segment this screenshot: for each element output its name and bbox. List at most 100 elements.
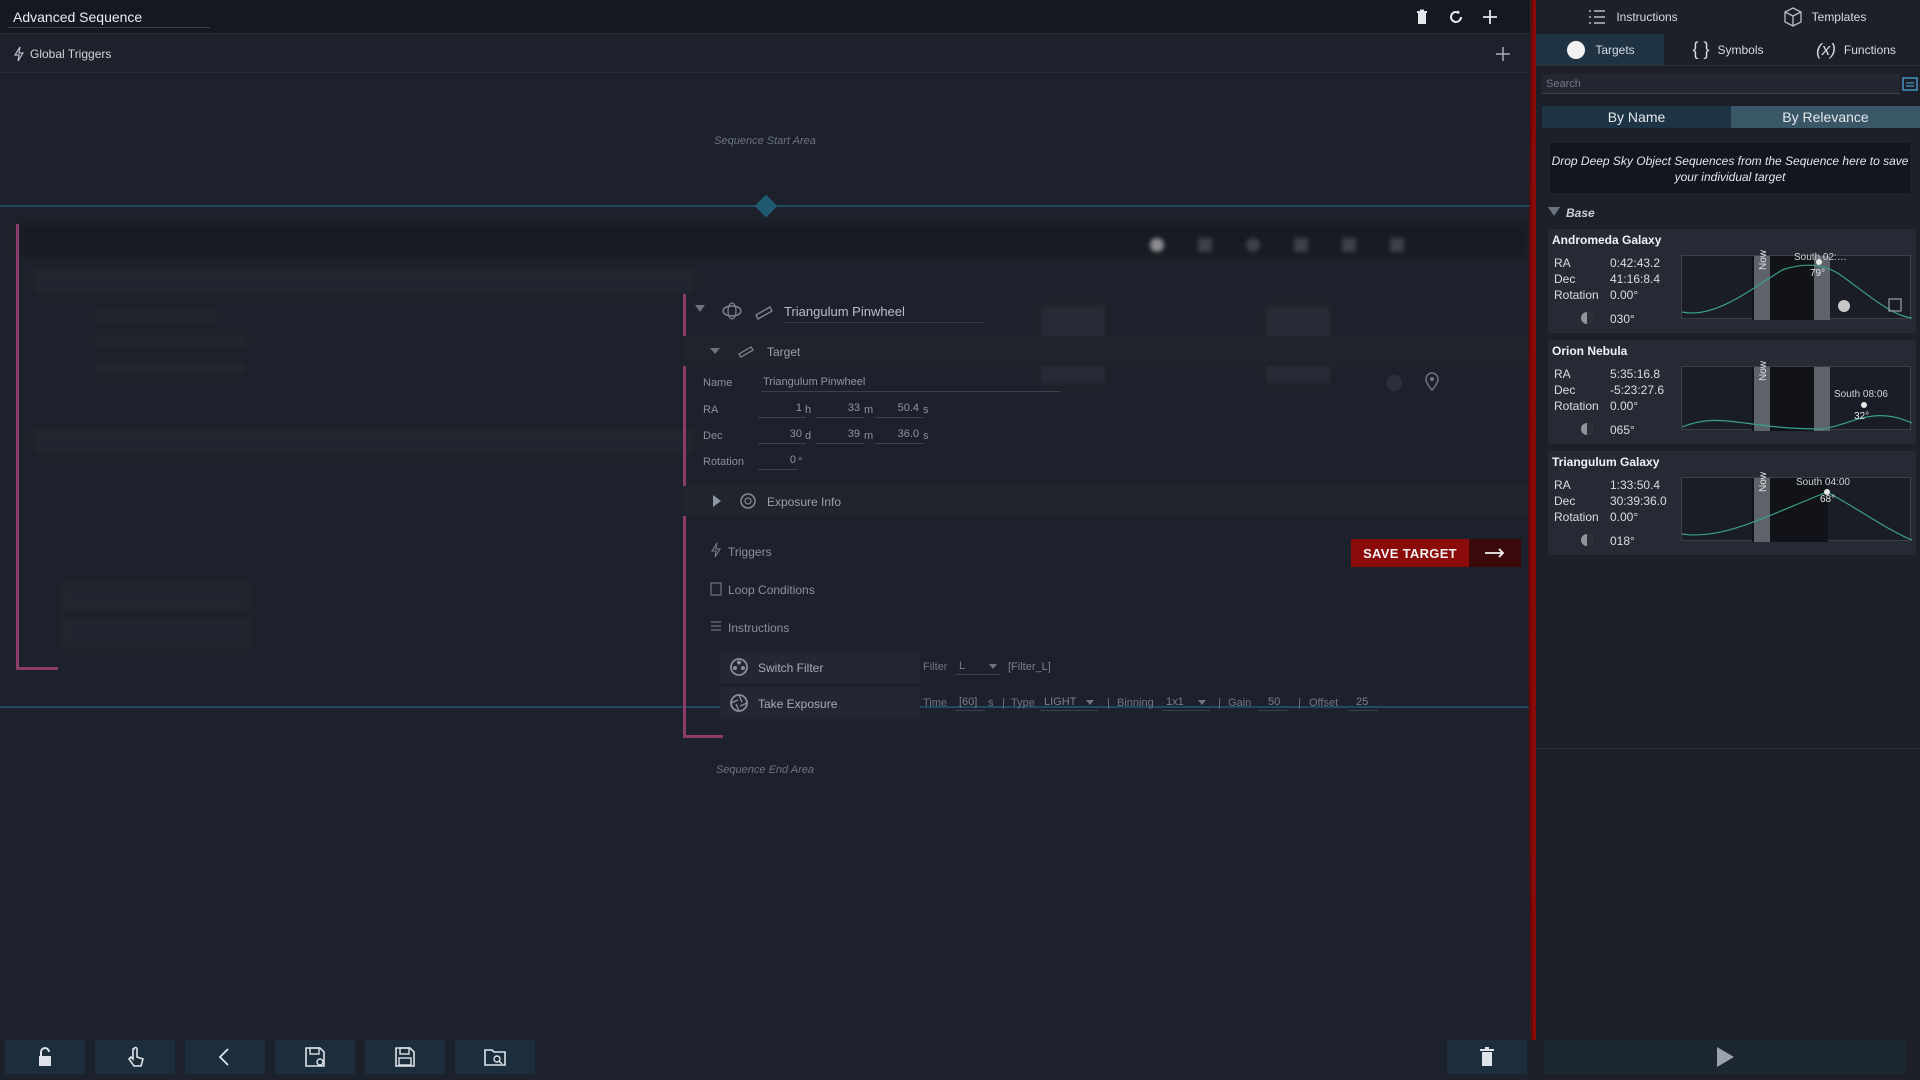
- azimuth-value: 030°: [1610, 312, 1635, 326]
- target-section[interactable]: Target: [683, 336, 1528, 366]
- type-param-label: Type: [1011, 697, 1035, 709]
- rotation-value: 0: [789, 454, 796, 466]
- tab-targets[interactable]: Targets: [1536, 34, 1664, 65]
- reset-icon[interactable]: [1446, 7, 1466, 27]
- type-select[interactable]: LIGHT: [1040, 693, 1098, 711]
- dso-name[interactable]: Triangulum Pinwheel: [784, 304, 905, 319]
- altitude-label: 32°: [1854, 411, 1870, 422]
- filter-name: [Filter_L]: [1008, 661, 1051, 673]
- ra-min-field[interactable]: 33: [816, 400, 864, 418]
- list-icon: [711, 621, 721, 631]
- save-button[interactable]: [365, 1040, 445, 1074]
- panel-tabs-second: Targets { } Symbols (x) Functions: [1536, 34, 1920, 66]
- dec-min-field[interactable]: 39: [816, 426, 864, 444]
- exposure-info-section[interactable]: Exposure Info: [683, 486, 1528, 516]
- gain-value: 50: [1268, 696, 1281, 708]
- separator: |: [1218, 697, 1221, 709]
- filter-param-label: Filter: [923, 661, 948, 673]
- save-target-button[interactable]: SAVE TARGET: [1351, 539, 1521, 567]
- name-field[interactable]: Triangulum Pinwheel: [761, 374, 1061, 392]
- collapse-icon[interactable]: [1548, 206, 1560, 218]
- collapse-icon[interactable]: [710, 348, 720, 355]
- folder-search-icon: [484, 1049, 506, 1066]
- global-triggers-label: Global Triggers: [30, 47, 112, 61]
- location-pin-icon[interactable]: [1423, 372, 1441, 392]
- sort-by-name[interactable]: By Name: [1542, 106, 1731, 128]
- ra-sec-value: 50.4: [897, 402, 919, 414]
- rotation-key: Rotation: [1554, 288, 1599, 302]
- expand-icon[interactable]: [713, 495, 721, 507]
- sequence-title[interactable]: Advanced Sequence: [13, 9, 142, 25]
- tab-instructions-label: Instructions: [1616, 10, 1678, 24]
- dso-header: Triangulum Pinwheel: [683, 292, 1528, 330]
- rotation-label: Rotation: [703, 456, 744, 468]
- tab-symbols[interactable]: { } Symbols: [1664, 34, 1792, 65]
- start-sequence-button[interactable]: [1544, 1040, 1906, 1074]
- filter-list-icon[interactable]: [1902, 76, 1918, 92]
- chevron-down-icon: [1086, 700, 1094, 705]
- sort-by-relevance[interactable]: By Relevance: [1731, 106, 1920, 128]
- name-value: Triangulum Pinwheel: [763, 376, 866, 388]
- filter-select[interactable]: L: [955, 657, 1001, 675]
- ra-label: RA: [703, 404, 719, 416]
- sequence-start-area[interactable]: Sequence Start Area: [0, 135, 1530, 147]
- ra-hours-value: 1: [795, 402, 802, 414]
- touch-button[interactable]: [95, 1040, 175, 1074]
- title-bar: Advanced Sequence: [0, 0, 1530, 34]
- tab-functions[interactable]: (x) Functions: [1792, 34, 1920, 65]
- tab-instructions[interactable]: Instructions: [1536, 0, 1728, 34]
- offset-field[interactable]: 25: [1348, 693, 1378, 711]
- moon-icon: [1581, 312, 1593, 324]
- target-name: Triangulum Galaxy: [1552, 455, 1660, 469]
- target-card-andromeda[interactable]: Andromeda Galaxy RA 0:42:43.2 Dec 41:16:…: [1548, 229, 1916, 333]
- search-input[interactable]: Search: [1542, 74, 1900, 94]
- back-button[interactable]: [185, 1040, 265, 1074]
- target-card-triangulum[interactable]: Triangulum Galaxy RA 1:33:50.4 Dec 30:39…: [1548, 451, 1916, 555]
- target-card-orion[interactable]: Orion Nebula RA 5:35:16.8 Dec -5:23:27.6…: [1548, 340, 1916, 444]
- moon-icon: [1581, 534, 1593, 546]
- add-trigger-icon[interactable]: [1494, 45, 1512, 63]
- instructions-label[interactable]: Instructions: [728, 621, 789, 635]
- dec-value: -5:23:27.6: [1610, 383, 1665, 397]
- lookup-icon[interactable]: [1383, 372, 1405, 394]
- sequence-end-area[interactable]: Sequence End Area: [0, 764, 1530, 776]
- rotation-key: Rotation: [1554, 510, 1599, 524]
- exposure-info-label: Exposure Info: [767, 495, 842, 509]
- offset-param-label: Offset: [1309, 697, 1339, 709]
- now-marker: Now: [1758, 249, 1769, 270]
- target-dropzone[interactable]: Drop Deep Sky Object Sequences from the …: [1550, 143, 1910, 193]
- global-triggers-bar[interactable]: Global Triggers: [0, 37, 1530, 73]
- open-folder-button[interactable]: [455, 1040, 535, 1074]
- tab-templates[interactable]: Templates: [1728, 0, 1920, 34]
- ra-key: RA: [1554, 367, 1571, 381]
- dec-deg-field[interactable]: 30: [758, 426, 806, 444]
- time-field[interactable]: [60]: [955, 693, 985, 711]
- gain-param-label: Gain: [1228, 697, 1252, 709]
- rotation-field[interactable]: 0: [758, 452, 798, 470]
- collapse-icon[interactable]: [695, 305, 705, 313]
- unlock-icon: [39, 1047, 51, 1066]
- chevron-left-icon: [218, 1048, 229, 1066]
- loop-conditions-label[interactable]: Loop Conditions: [728, 583, 815, 597]
- ra-sec-field[interactable]: 50.4: [875, 400, 923, 418]
- triggers-label[interactable]: Triggers: [728, 545, 772, 559]
- take-exposure-instruction[interactable]: Take Exposure: [720, 687, 920, 719]
- unlock-button[interactable]: [5, 1040, 85, 1074]
- gain-field[interactable]: 50: [1258, 693, 1288, 711]
- delete-sequence-button[interactable]: [1447, 1040, 1527, 1074]
- now-marker: Now: [1758, 360, 1769, 381]
- group-base[interactable]: Base: [1566, 206, 1595, 220]
- blur-field: [96, 336, 246, 348]
- binning-select[interactable]: 1x1: [1162, 693, 1210, 711]
- trash-icon[interactable]: [1412, 7, 1432, 27]
- blurred-header-icons: [1150, 238, 1530, 252]
- save-as-button[interactable]: [275, 1040, 355, 1074]
- altitude-chart: Now South 04:00 68°: [1681, 472, 1912, 542]
- dec-sec-field[interactable]: 36.0: [875, 426, 923, 444]
- ra-hours-field[interactable]: 1: [758, 400, 806, 418]
- switch-filter-instruction[interactable]: Switch Filter: [720, 651, 920, 683]
- add-icon[interactable]: [1480, 7, 1500, 27]
- telescope-icon: [755, 306, 773, 320]
- ra-value: 0:42:43.2: [1610, 256, 1661, 270]
- chart-expand-icon[interactable]: [1888, 298, 1902, 312]
